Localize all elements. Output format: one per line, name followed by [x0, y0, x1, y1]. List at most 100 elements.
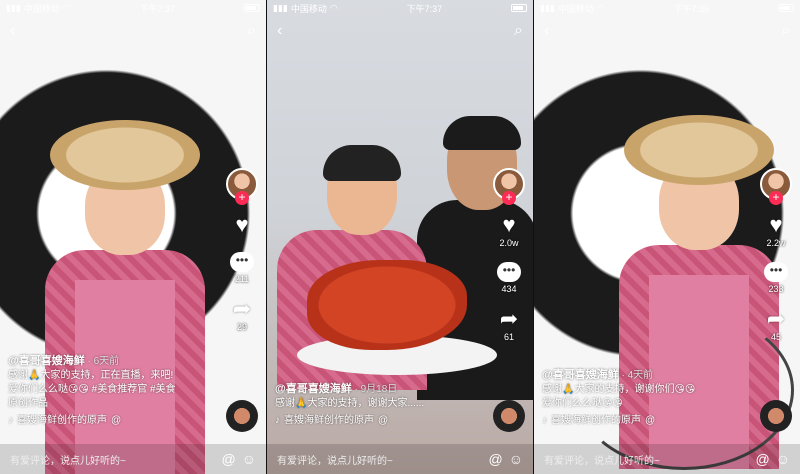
at-icon[interactable]: @ — [221, 451, 235, 467]
music-title: 喜嫂海鲜创作的原声 — [17, 415, 107, 426]
music-disc[interactable] — [760, 400, 792, 432]
comment-button[interactable]: ••• 211 — [230, 252, 254, 284]
at-icon[interactable]: @ — [755, 451, 769, 467]
top-bar: ‹ ⌕ — [267, 18, 533, 44]
follow-plus-icon[interactable]: + — [502, 191, 516, 205]
music-row[interactable]: ♪ 喜嫂海鲜创作的原声 @ — [8, 414, 213, 428]
at-icon[interactable]: @ — [488, 451, 502, 467]
music-note-icon: ♪ — [542, 415, 547, 426]
comment-input[interactable]: 有爱评论，说点儿好听的~ — [10, 452, 215, 467]
comment-icon: ••• — [497, 262, 521, 282]
comment-button[interactable]: ••• 233 — [764, 262, 788, 294]
caption-line: 爱你们么么哒😘😘 — [542, 398, 623, 409]
heart-icon: ♥ — [769, 212, 783, 237]
follow-plus-icon[interactable]: + — [769, 191, 783, 205]
like-count: 2.2w — [766, 238, 786, 248]
caption-line[interactable]: 爱你们么么哒😘😘 #美食推荐官 #美食 — [8, 383, 213, 397]
share-button[interactable]: ➦ 45 — [766, 306, 786, 343]
post-time: · 4天前 — [621, 370, 654, 381]
comment-count: 233 — [768, 284, 784, 294]
search-icon[interactable]: ⌕ — [781, 22, 790, 40]
straw-hat — [50, 120, 200, 190]
like-button[interactable]: ♥ 2.0w — [499, 212, 519, 249]
author-name[interactable]: @喜哥喜嫂海鲜 — [8, 355, 85, 367]
screenshot-strip: ▮▮▮ 中国移动 ◠ 下午7:37 ‹ ⌕ + ♥ ••• 211 ➦ 29 @喜哥喜嫂… — [0, 0, 800, 474]
hair — [323, 145, 401, 181]
music-row[interactable]: ♪ 喜嫂海鲜创作的原声 @ — [275, 414, 480, 428]
caption-line: 感谢🙏大家的支持，正在直播，来吧! — [8, 370, 174, 381]
emoji-icon[interactable]: ☺ — [776, 451, 790, 467]
wifi-icon: ◠ — [596, 2, 605, 13]
search-icon[interactable]: ⌕ — [514, 22, 523, 40]
caption-line: 原创作品 — [8, 398, 48, 409]
hair — [443, 116, 521, 150]
music-tag: @ — [378, 415, 389, 426]
status-bar: ▮▮▮ 中国移动 ◠ 下午7:37 — [267, 0, 533, 16]
author-avatar[interactable]: + — [493, 168, 525, 205]
post-time: · 6天前 — [87, 356, 120, 367]
search-icon[interactable]: ⌕ — [247, 22, 256, 40]
signal-icon: ▮▮▮ — [273, 2, 288, 13]
author-avatar[interactable]: + — [760, 168, 792, 205]
like-count: 2.0w — [499, 238, 519, 248]
comment-bar: 有爱评论，说点儿好听的~ @ ☺ — [0, 444, 266, 474]
comment-bar: 有爱评论，说点儿好听的~ @ ☺ — [534, 444, 800, 474]
follow-plus-icon[interactable]: + — [235, 191, 249, 205]
share-button[interactable]: ➦ 61 — [499, 306, 519, 343]
video-screen-2[interactable]: ▮▮▮ 中国移动 ◠ 下午7:37 ‹ ⌕ + ♥ 2.0w ••• 434 ➦ 61 @… — [267, 0, 533, 474]
video-caption: @喜哥喜嫂海鲜 · 6天前 感谢🙏大家的支持，正在直播，来吧! 爱你们么么哒😘😘… — [8, 354, 213, 428]
clock: 下午7:37 — [139, 3, 176, 14]
carrier-label: 中国移动 — [290, 3, 327, 14]
heart-icon: ♥ — [502, 212, 516, 237]
clock: 下午7:36 — [673, 3, 710, 14]
author-avatar[interactable]: + — [226, 168, 258, 205]
music-note-icon: ♪ — [275, 415, 280, 426]
comment-icon: ••• — [764, 262, 788, 282]
video-screen-3[interactable]: ▮▮▮ 中国移动 ◠ 下午7:36 ‹ ⌕ + ♥ 2.2w ••• 233 ➦ 45 @… — [534, 0, 800, 474]
share-count: 61 — [503, 332, 514, 342]
emoji-icon[interactable]: ☺ — [242, 451, 256, 467]
like-button[interactable]: ♥ — [235, 214, 248, 238]
back-icon[interactable]: ‹ — [10, 22, 15, 40]
emoji-icon[interactable]: ☺ — [509, 451, 523, 467]
like-button[interactable]: ♥ 2.2w — [766, 212, 786, 249]
music-disc[interactable] — [493, 400, 525, 432]
lobster — [307, 260, 467, 350]
wifi-icon: ◠ — [329, 2, 338, 13]
comment-input[interactable]: 有爱评论，说点儿好听的~ — [277, 452, 482, 467]
clock: 下午7:37 — [406, 3, 443, 14]
battery-icon — [777, 4, 794, 12]
share-icon: ➦ — [766, 306, 786, 331]
comment-bar: 有爱评论，说点儿好听的~ @ ☺ — [267, 444, 533, 474]
carrier-label: 中国移动 — [557, 3, 594, 14]
top-bar: ‹ ⌕ — [534, 18, 800, 44]
signal-icon: ▮▮▮ — [540, 2, 555, 13]
video-caption: @喜哥喜嫂海鲜 · 4天前 感谢🙏大家的支持，谢谢你们😘😘 爱你们么么哒😘😘 ♪… — [542, 368, 747, 428]
status-bar: ▮▮▮ 中国移动 ◠ 下午7:37 — [0, 0, 266, 16]
battery-icon — [510, 4, 527, 12]
share-button[interactable]: ➦ 29 — [232, 296, 252, 333]
share-icon: ➦ — [232, 296, 252, 321]
share-icon: ➦ — [499, 306, 519, 331]
top-bar: ‹ ⌕ — [0, 18, 266, 44]
music-note-icon: ♪ — [8, 415, 13, 426]
signal-icon: ▮▮▮ — [6, 2, 21, 13]
comment-input[interactable]: 有爱评论，说点儿好听的~ — [544, 452, 749, 467]
comment-button[interactable]: ••• 434 — [497, 262, 521, 294]
action-rail: + ♥ 2.2w ••• 233 ➦ 45 — [758, 168, 794, 342]
action-rail: + ♥ ••• 211 ➦ 29 — [224, 168, 260, 332]
music-disc[interactable] — [226, 400, 258, 432]
status-bar: ▮▮▮ 中国移动 ◠ 下午7:36 — [534, 0, 800, 16]
back-icon[interactable]: ‹ — [277, 22, 282, 40]
carrier-label: 中国移动 — [23, 3, 60, 14]
action-rail: + ♥ 2.0w ••• 434 ➦ 61 — [491, 168, 527, 342]
video-screen-1[interactable]: ▮▮▮ 中国移动 ◠ 下午7:37 ‹ ⌕ + ♥ ••• 211 ➦ 29 @喜哥喜嫂… — [0, 0, 266, 474]
music-row[interactable]: ♪ 喜嫂海鲜创作的原声 @ — [542, 414, 747, 428]
battery-icon — [243, 4, 260, 12]
back-icon[interactable]: ‹ — [544, 22, 549, 40]
music-tag: @ — [111, 415, 122, 426]
comment-count: 211 — [234, 274, 250, 284]
author-name[interactable]: @喜哥喜嫂海鲜 — [275, 383, 352, 395]
post-time: · 9月18日 — [354, 384, 398, 395]
author-name[interactable]: @喜哥喜嫂海鲜 — [542, 369, 619, 381]
